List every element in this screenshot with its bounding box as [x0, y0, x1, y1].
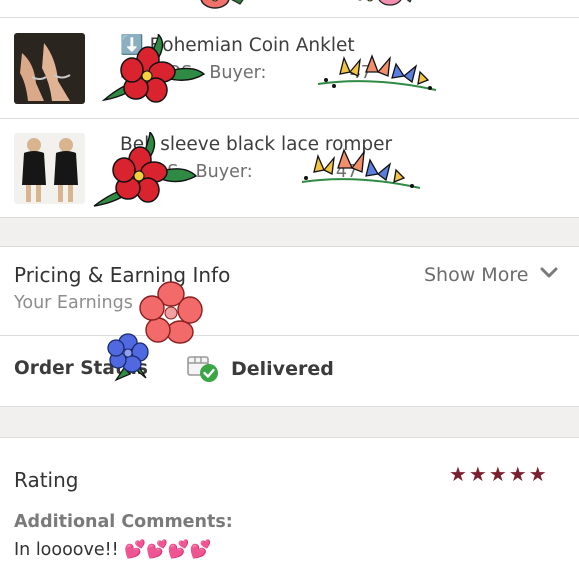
item-thumbnail [14, 33, 85, 104]
item-size: Size: OS [120, 63, 193, 83]
additional-comments-label: Additional Comments: [14, 512, 233, 532]
item-buyer-tail: 47 [349, 63, 372, 83]
rating-section: Rating ★★★★★ Additional Comments: In loo… [0, 438, 579, 580]
order-status-value: Delivered [231, 358, 334, 380]
comment-text: In loooove!! 💕💕💕💕 [14, 540, 211, 560]
item-thumbnail [14, 133, 85, 204]
delivered-package-icon [187, 356, 218, 382]
chevron-down-icon [540, 267, 558, 278]
item-title-row: ⬇️ Bohemian Coin Anklet [120, 33, 355, 56]
list-item[interactable]: Bell sleeve black lace romper Size: S Bu… [0, 119, 579, 219]
item-title: Bell sleeve black lace romper [120, 134, 393, 155]
pricing-section[interactable]: Pricing & Earning Info Your Earnings Sho… [0, 247, 579, 335]
list-item[interactable]: ⬇️ Bohemian Coin Anklet Size: OS Buyer: … [0, 18, 579, 118]
comment-body: In loooove!! [14, 540, 119, 560]
section-gap [0, 218, 579, 246]
pricing-title: Pricing & Earning Info [14, 263, 231, 287]
section-gap [0, 407, 579, 437]
down-arrow-emoji-icon: ⬇️ [120, 34, 144, 56]
earnings-label: Your Earnings [14, 293, 133, 313]
order-status-label: Order Status [14, 358, 148, 379]
flower-sticker-icon [357, 0, 412, 6]
item-title: Bohemian Coin Anklet [149, 35, 355, 56]
order-status-section: Order Status Delivered [0, 336, 579, 406]
rating-stars: ★★★★★ [449, 462, 549, 486]
rating-label: Rating [14, 468, 79, 492]
item-meta: Size: S Buyer: 47 [120, 162, 358, 182]
item-size: Size: S [120, 162, 179, 182]
show-more-label: Show More [424, 264, 529, 286]
item-buyer: Buyer: [209, 63, 267, 83]
item-buyer-tail: 47 [335, 162, 359, 182]
show-more-button[interactable]: Show More [424, 264, 558, 286]
two-hearts-emoji-icon: 💕💕💕💕 [124, 540, 212, 560]
item-meta: Size: OS Buyer: 47 [120, 63, 372, 83]
item-buyer: Buyer: [195, 162, 253, 182]
